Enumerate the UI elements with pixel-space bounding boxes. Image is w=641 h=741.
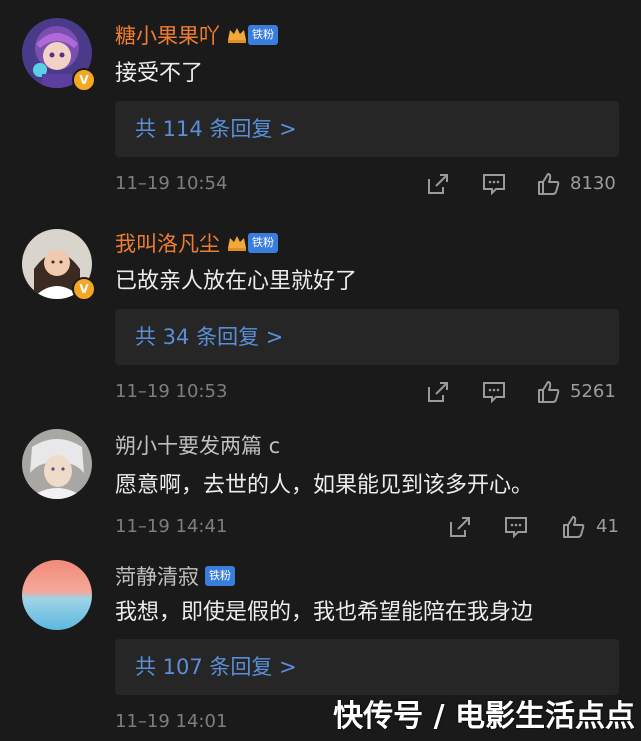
- avatar[interactable]: [22, 560, 92, 630]
- watermark: 快传号 / 电影生活点点: [333, 699, 635, 734]
- comment-item: 菏静清寂 铁粉 我想，即使是假的，我也希望能陪在我身边 共 107 条回复 > 1…: [0, 0, 641, 741]
- fan-badge: 铁粉: [205, 566, 235, 586]
- replies-label[interactable]: 共 107 条回复 >: [135, 653, 297, 681]
- username[interactable]: 菏静清寂 铁粉: [115, 563, 235, 591]
- replies-link[interactable]: 共 107 条回复 >: [115, 639, 619, 695]
- username-text[interactable]: 菏静清寂: [115, 565, 199, 589]
- comment-text: 我想，即使是假的，我也希望能陪在我身边: [115, 600, 534, 625]
- timestamp: 11–19 14:01: [115, 711, 228, 732]
